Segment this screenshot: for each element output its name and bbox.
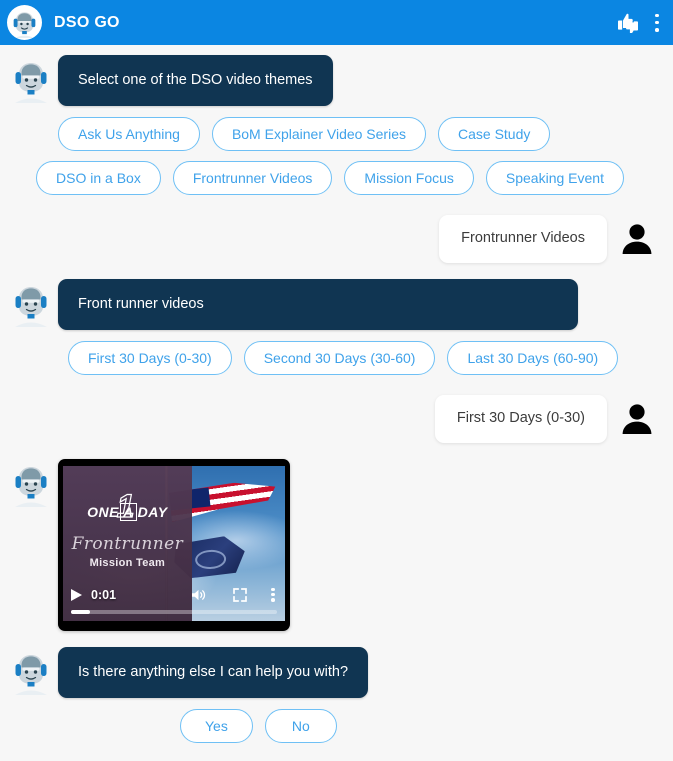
message-row-bot: Select one of the DSO video themes: [10, 55, 659, 107]
bot-message-bubble: Select one of the DSO video themes: [58, 55, 333, 107]
chip-second-30-days[interactable]: Second 30 Days (30-60): [243, 341, 436, 376]
quick-reply-chips-themes-row2: DSO in a Box Frontrunner Videos Mission …: [10, 161, 659, 196]
chat-transcript: Select one of the DSO video themes Ask U…: [0, 45, 673, 761]
bot-avatar-icon: [10, 649, 52, 695]
app-title: DSO GO: [54, 13, 120, 31]
chip-ask-us-anything[interactable]: Ask Us Anything: [58, 117, 200, 152]
message-row-bot: Is there anything else I can help you wi…: [10, 646, 659, 698]
video-brand-day: DAY: [137, 503, 168, 520]
more-vertical-icon[interactable]: [271, 587, 275, 602]
message-row-user: Frontrunner Videos: [10, 215, 659, 263]
chip-bom-explainer-video-series[interactable]: BoM Explainer Video Series: [211, 117, 426, 152]
quick-reply-chips-yes-no: Yes No: [10, 708, 659, 743]
user-avatar-icon: [615, 217, 659, 261]
chip-speaking-event[interactable]: Speaking Event: [485, 161, 624, 196]
bot-message-bubble: Front runner videos: [58, 278, 578, 331]
bot-avatar-icon: [10, 281, 52, 327]
app-header: DSO GO: [0, 0, 673, 45]
chip-yes[interactable]: Yes: [180, 708, 253, 743]
video-player-card[interactable]: 1 ONE A DAY Frontrunner Mission Team 0:01: [58, 458, 290, 631]
video-current-time: 0:01: [91, 587, 117, 602]
header-actions: [617, 13, 659, 33]
bot-avatar-icon: [10, 57, 52, 103]
video-controls: 0:01: [63, 585, 285, 605]
fullscreen-icon[interactable]: [233, 587, 247, 602]
video-title: Frontrunner: [71, 533, 184, 554]
user-message-bubble: Frontrunner Videos: [439, 215, 607, 263]
chip-first-30-days[interactable]: First 30 Days (0-30): [68, 341, 232, 376]
chip-last-30-days[interactable]: Last 30 Days (60-90): [447, 341, 619, 376]
quick-reply-chips-days: First 30 Days (0-30) Second 30 Days (30-…: [10, 341, 659, 376]
video-progress-bar[interactable]: [71, 609, 277, 614]
chip-case-study[interactable]: Case Study: [438, 117, 551, 152]
chip-dso-in-a-box[interactable]: DSO in a Box: [36, 161, 161, 196]
user-message-bubble: First 30 Days (0-30): [434, 395, 607, 443]
bot-message-bubble: Is there anything else I can help you wi…: [58, 646, 369, 698]
video-brand-one: ONE: [87, 503, 119, 520]
video-thumbnail: 1 ONE A DAY Frontrunner Mission Team 0:01: [63, 465, 285, 621]
message-row-user: First 30 Days (0-30): [10, 395, 659, 443]
video-branding: 1 ONE A DAY Frontrunner Mission Team: [69, 489, 186, 569]
video-brand-lockup: 1 ONE A DAY: [87, 489, 168, 522]
video-brand-a: A: [119, 502, 137, 521]
quick-reply-chips-themes-row1: Ask Us Anything BoM Explainer Video Seri…: [10, 117, 659, 152]
video-subtitle: Mission Team: [89, 556, 166, 569]
chip-no[interactable]: No: [264, 708, 337, 743]
volume-on-icon[interactable]: [191, 588, 207, 602]
play-icon[interactable]: [70, 588, 83, 602]
bot-avatar-icon: [10, 461, 52, 507]
user-avatar-icon: [615, 397, 659, 441]
thumbs-up-down-icon[interactable]: [617, 13, 639, 33]
chip-mission-focus[interactable]: Mission Focus: [344, 161, 474, 196]
message-row-bot-video: 1 ONE A DAY Frontrunner Mission Team 0:01: [10, 458, 659, 631]
chip-frontrunner-videos[interactable]: Frontrunner Videos: [172, 161, 333, 196]
more-vertical-icon[interactable]: [655, 13, 659, 32]
header-bot-avatar: [7, 5, 42, 40]
video-progress-fill: [71, 609, 90, 614]
bot-avatar-icon: [9, 7, 40, 38]
message-row-bot: Front runner videos: [10, 278, 659, 331]
